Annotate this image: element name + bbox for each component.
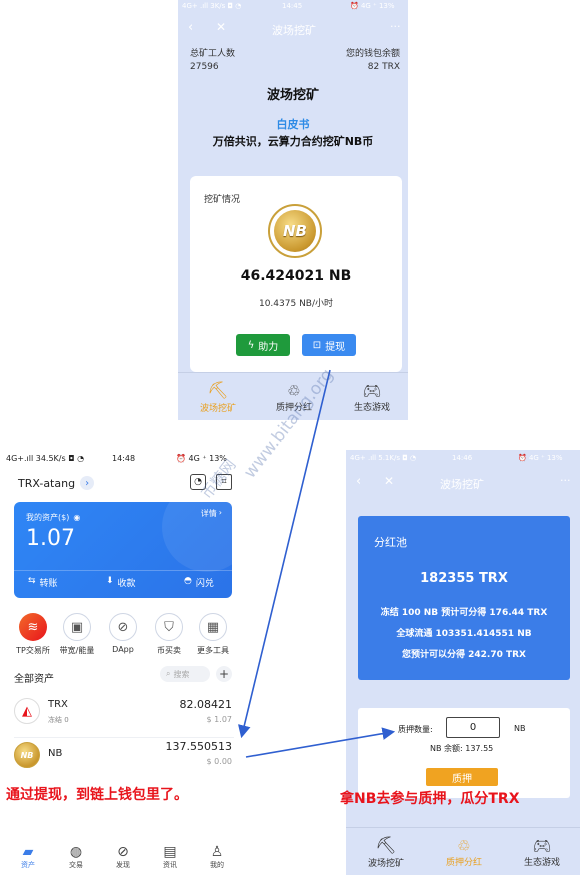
caption-left: 通过提现，到链上钱包里了。 (6, 787, 188, 803)
caption-right: 拿NB去参与质押，瓜分TRX (340, 791, 520, 807)
arrow-wallet-to-stake (245, 727, 396, 758)
